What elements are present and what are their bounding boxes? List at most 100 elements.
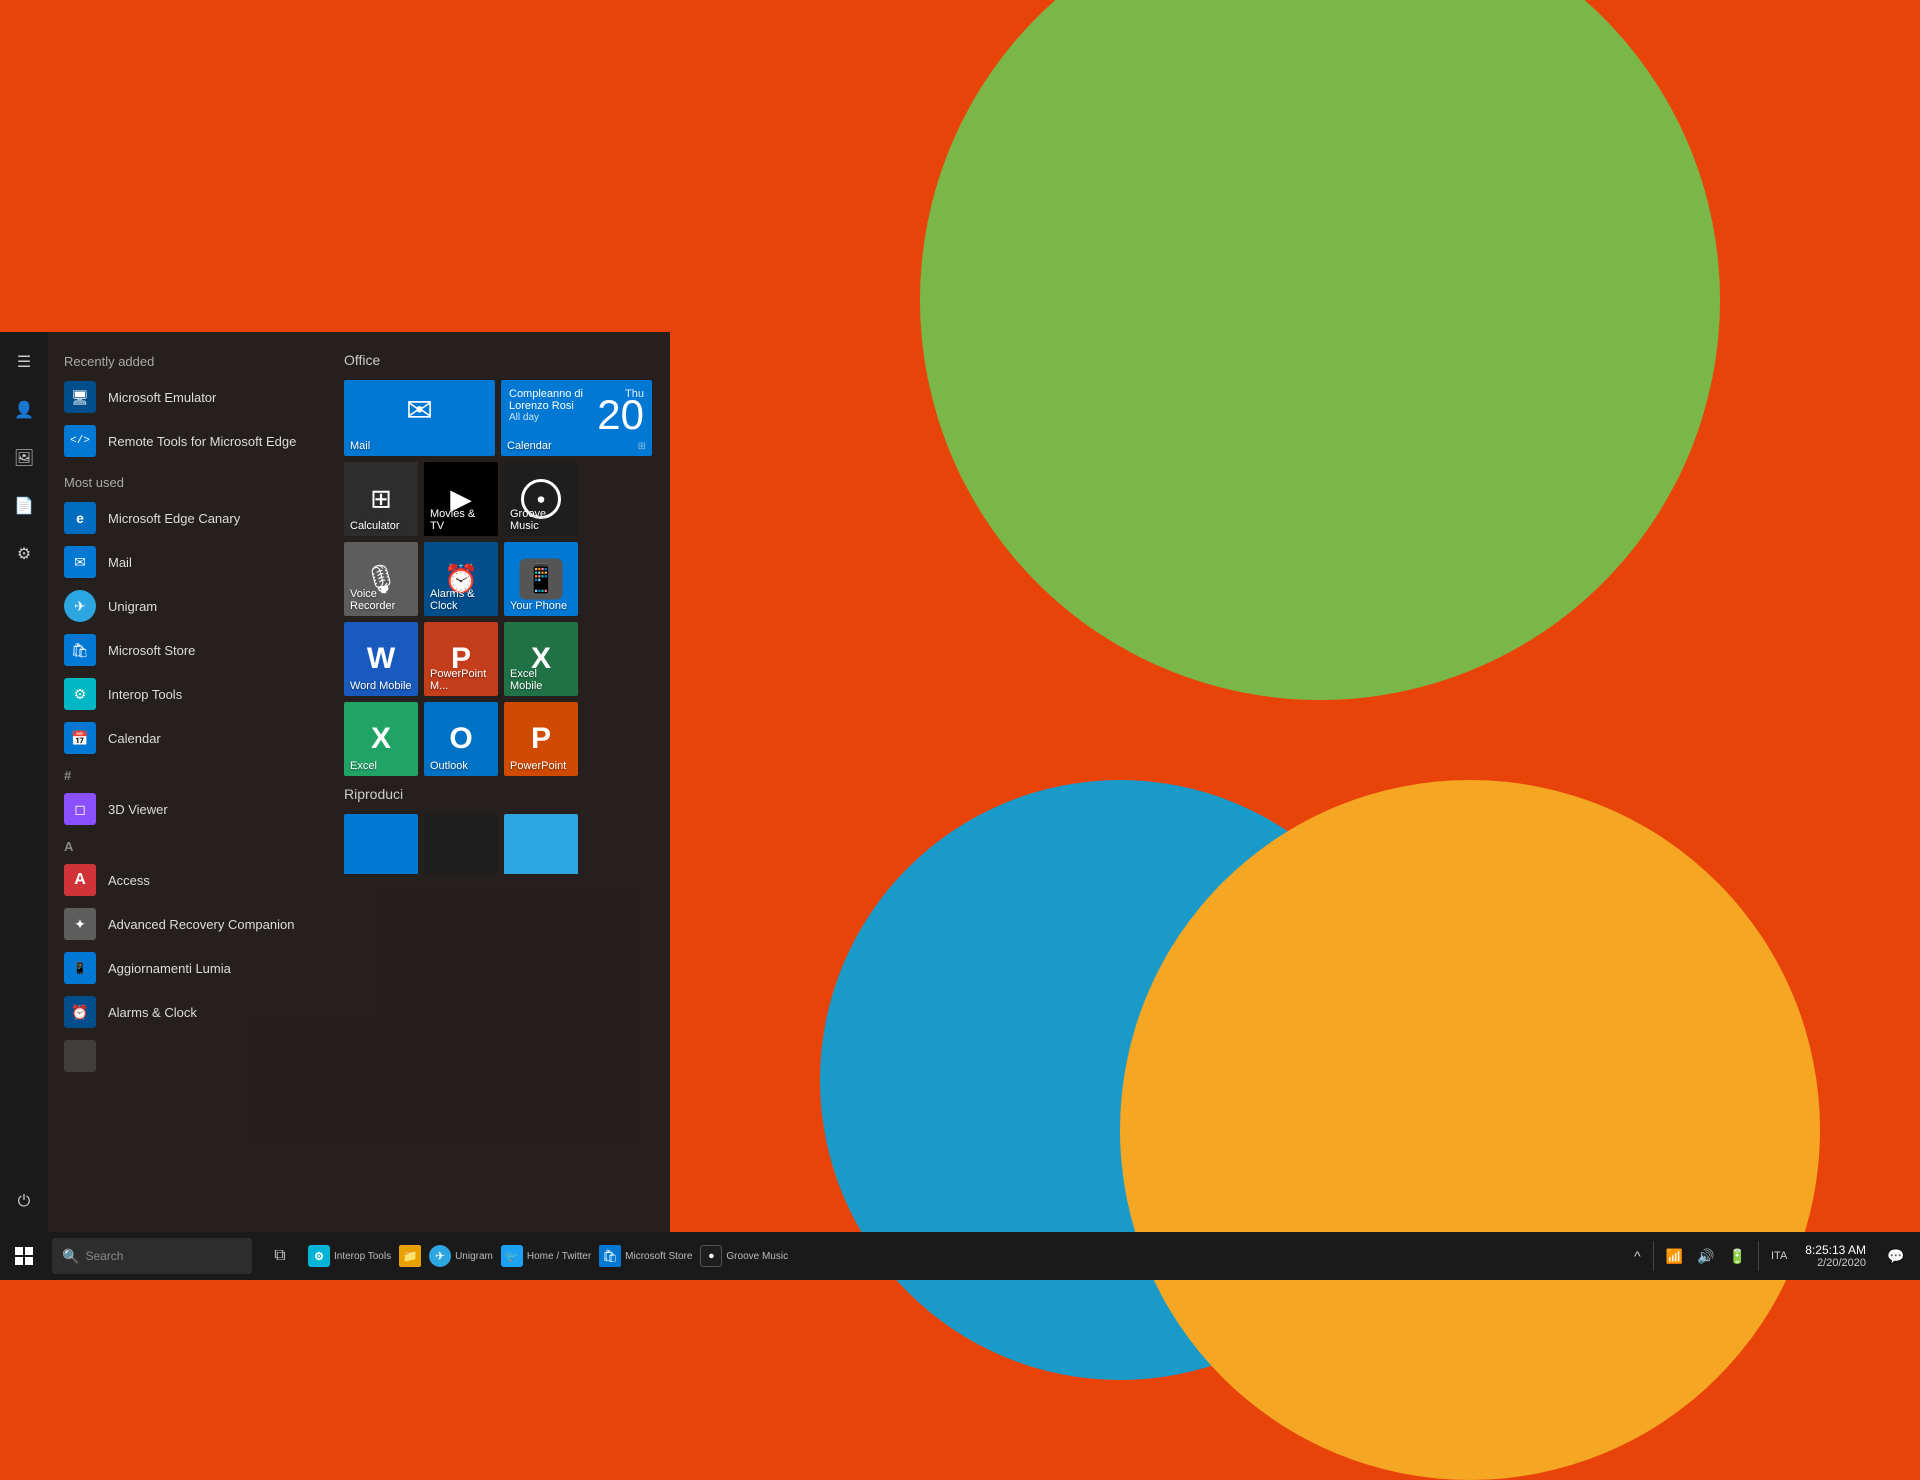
tile-calculator[interactable]: ⊞ Calculator (344, 462, 418, 536)
taskbar-app-store[interactable]: 🛍 Microsoft Store (595, 1232, 696, 1280)
tile-movies[interactable]: ▶ Movies & TV (424, 462, 498, 536)
tile-outlook[interactable]: O Outlook (424, 702, 498, 776)
interop-label: Interop Tools (334, 1251, 391, 1262)
app-remote-tools[interactable]: </> Remote Tools for Microsoft Edge (48, 419, 328, 463)
start-button[interactable] (0, 1232, 48, 1280)
app-microsoft-emulator[interactable]: 🖥 Microsoft Emulator (48, 375, 328, 419)
app-interop-tools[interactable]: ⚙ Interop Tools (48, 672, 328, 716)
office-group-header: Office (344, 352, 652, 368)
tile-word[interactable]: W Word Mobile (344, 622, 418, 696)
app-alarms-clock[interactable]: ⏰ Alarms & Clock (48, 990, 328, 1034)
file-explorer-icon: 📁 (399, 1245, 421, 1267)
tile-excelm[interactable]: X Excel Mobile (504, 622, 578, 696)
sidebar-settings[interactable]: ⚙ (4, 534, 44, 574)
tile-mail[interactable]: ✉ Mail (344, 380, 495, 456)
app-aggiornamenti[interactable]: 📱 Aggiornamenti Lumia (48, 946, 328, 990)
tile-excelm-label: Excel Mobile (504, 664, 578, 696)
app-access[interactable]: A Access (48, 858, 328, 902)
app-icon-interop-tools: ⚙ (64, 678, 96, 710)
expand-tray-icon[interactable]: ^ (1630, 1246, 1645, 1266)
action-center-button[interactable]: 💬 (1880, 1232, 1912, 1280)
wallpaper-circle-green (920, 0, 1720, 700)
app-calendar[interactable]: 📅 Calendar (48, 716, 328, 760)
start-sidebar: ☰ 👤 🖼 📄 ⚙ ⏻ (0, 332, 48, 1232)
app-edge-canary[interactable]: e Microsoft Edge Canary (48, 496, 328, 540)
tile-pptm-label: PowerPoint M... (424, 664, 498, 696)
tiles-riproduci (344, 814, 652, 874)
tile-riproduci-3[interactable] (504, 814, 578, 874)
alpha-hash: # (48, 760, 328, 787)
calendar-grid-icon: ⊞ (638, 441, 646, 452)
tiles-row5: X Excel O Outlook P PowerPoint (344, 702, 652, 776)
task-view-button[interactable]: ⧉ (256, 1232, 304, 1280)
taskbar-app-files[interactable]: 📁 (395, 1232, 425, 1280)
taskbar-app-groove[interactable]: ⏺ Groove Music (696, 1232, 792, 1280)
tile-riproduci-1[interactable] (344, 814, 418, 874)
most-used-header: Most used (48, 463, 328, 496)
app-next-partial[interactable] (48, 1034, 328, 1078)
app-icon-alarms-clock: ⏰ (64, 996, 96, 1028)
tile-riproduci-2[interactable] (424, 814, 498, 874)
tile-excel[interactable]: X Excel (344, 702, 418, 776)
app-label-access: Access (108, 873, 150, 888)
sidebar-power[interactable]: ⏻ (4, 1182, 44, 1222)
sidebar-documents[interactable]: 📄 (4, 486, 44, 526)
tile-excel-label: Excel (344, 756, 383, 776)
clock-date: 2/20/2020 (1805, 1257, 1866, 1269)
mail-tile-icon: ✉ (406, 391, 433, 429)
app-label-calendar: Calendar (108, 731, 161, 746)
taskbar-clock[interactable]: 8:25:13 AM 2/20/2020 (1797, 1243, 1874, 1269)
interop-icon: ⚙ (308, 1245, 330, 1267)
app-label-unigram: Unigram (108, 599, 157, 614)
tile-phone[interactable]: 📱 Your Phone (504, 542, 578, 616)
language-indicator[interactable]: ITA (1767, 1250, 1791, 1262)
app-unigram[interactable]: ✈ Unigram (48, 584, 328, 628)
app-icon-remote-tools: </> (64, 425, 96, 457)
phone-icon: 📱 (520, 559, 563, 600)
tile-pptm[interactable]: P PowerPoint M... (424, 622, 498, 696)
app-mail[interactable]: ✉ Mail (48, 540, 328, 584)
volume-icon[interactable]: 🔊 (1693, 1246, 1718, 1267)
tile-calendar[interactable]: Compleanno diLorenzo Rosi All day Thu 20… (501, 380, 652, 456)
taskbar-search[interactable]: 🔍 Search (52, 1238, 252, 1274)
calculator-icon: ⊞ (370, 484, 392, 515)
sidebar-hamburger[interactable]: ☰ (4, 342, 44, 382)
store-label: Microsoft Store (625, 1251, 692, 1262)
tile-outlook-label: Outlook (424, 756, 474, 776)
tile-ppt[interactable]: P PowerPoint (504, 702, 578, 776)
app-icon-arc: ✦ (64, 908, 96, 940)
taskbar-app-interop[interactable]: ⚙ Interop Tools (304, 1232, 395, 1280)
app-arc[interactable]: ✦ Advanced Recovery Companion (48, 902, 328, 946)
app-label-microsoft-store: Microsoft Store (108, 643, 195, 658)
tile-alarms[interactable]: ⏰ Alarms & Clock (424, 542, 498, 616)
network-icon[interactable]: 📶 (1662, 1246, 1687, 1267)
sidebar-user[interactable]: 👤 (4, 390, 44, 430)
app-icon-microsoft-store: 🛍 (64, 634, 96, 666)
tile-movies-label: Movies & TV (424, 504, 498, 536)
sidebar-photos[interactable]: 🖼 (4, 438, 44, 478)
tray-divider (1653, 1241, 1654, 1271)
alpha-a: A (48, 831, 328, 858)
taskbar-app-telegram[interactable]: ✈ Unigram (425, 1232, 497, 1280)
tile-word-label: Word Mobile (344, 676, 418, 696)
start-tiles: Office ✉ Mail Compleanno diLorenzo Rosi … (328, 332, 668, 1232)
task-view-icon: ⧉ (274, 1247, 285, 1265)
tile-calculator-label: Calculator (344, 516, 406, 536)
app-icon-next-partial (64, 1040, 96, 1072)
tile-alarms-label: Alarms & Clock (424, 584, 498, 616)
battery-icon[interactable]: 🔋 (1725, 1246, 1750, 1267)
tile-groove[interactable]: ⏺ Groove Music (504, 462, 578, 536)
app-icon-mail: ✉ (64, 546, 96, 578)
app-icon-aggiornamenti: 📱 (64, 952, 96, 984)
app-3d-viewer[interactable]: ◻ 3D Viewer (48, 787, 328, 831)
app-icon-calendar: 📅 (64, 722, 96, 754)
groove-taskbar-label: Groove Music (726, 1251, 788, 1262)
taskbar-app-twitter[interactable]: 🐦 Home / Twitter (497, 1232, 595, 1280)
app-microsoft-store[interactable]: 🛍 Microsoft Store (48, 628, 328, 672)
tile-voice-recorder[interactable]: 🎙 Voice Recorder (344, 542, 418, 616)
app-label-arc: Advanced Recovery Companion (108, 917, 294, 932)
app-label-remote-tools: Remote Tools for Microsoft Edge (108, 434, 296, 449)
app-icon-microsoft-emulator: 🖥 (64, 381, 96, 413)
telegram-label: Unigram (455, 1251, 493, 1262)
store-icon: 🛍 (599, 1245, 621, 1267)
